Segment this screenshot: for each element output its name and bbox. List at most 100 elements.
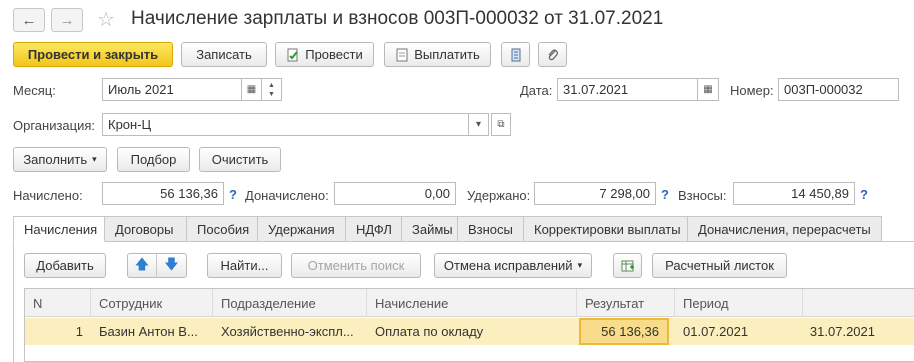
column-header-accrual[interactable]: Начисление	[367, 289, 577, 317]
contributions-field: 14 450,89	[733, 182, 855, 205]
attach-button[interactable]	[538, 42, 567, 67]
list-report-icon	[511, 48, 520, 61]
organization-field[interactable]: Крон-Ц	[102, 113, 469, 136]
tab-contracts[interactable]: Договоры	[105, 216, 187, 242]
month-value: Июль 2021	[108, 82, 174, 97]
table-header: N Сотрудник Подразделение Начисление Рез…	[25, 289, 914, 317]
tab-bar: Начисления Договоры Пособия Удержания НД…	[13, 216, 882, 242]
post-document-icon	[287, 48, 299, 61]
cancel-corrections-label: Отмена исправлений	[443, 258, 573, 273]
number-label: Номер:	[730, 83, 774, 98]
column-header-employee[interactable]: Сотрудник	[91, 289, 213, 317]
table-settings-button[interactable]	[613, 253, 642, 278]
organization-dropdown-button[interactable]: ▾	[469, 113, 489, 136]
date-field[interactable]: 31.07.2021	[557, 78, 698, 101]
pay-label: Выплатить	[414, 47, 480, 62]
chevron-down-icon: ▾	[92, 154, 97, 164]
additional-value: 0,00	[424, 186, 450, 201]
tab-deductions[interactable]: Удержания	[258, 216, 346, 242]
table-add-icon	[621, 260, 634, 271]
accrued-label: Начислено:	[13, 188, 83, 203]
post-and-close-button[interactable]: Провести и закрыть	[13, 42, 173, 67]
stepper-up-icon: ▲	[268, 81, 275, 89]
contributions-value: 14 450,89	[791, 186, 849, 201]
tab-payment-corrections[interactable]: Корректировки выплаты	[524, 216, 688, 242]
find-label: Найти...	[220, 258, 269, 273]
payslip-label: Расчетный листок	[665, 258, 774, 273]
favorite-star-icon[interactable]: ☆	[97, 7, 115, 32]
tab-additional-accruals[interactable]: Доначисления, перерасчеты	[688, 216, 882, 242]
column-header-n[interactable]: N	[25, 289, 91, 317]
cell-result[interactable]: 56 136,36	[579, 318, 669, 345]
fill-button[interactable]: Заполнить ▾	[13, 147, 107, 172]
accrued-value: 56 136,36	[160, 186, 218, 201]
accrued-field: 56 136,36	[102, 182, 224, 205]
move-down-icon[interactable]: 🡇	[157, 254, 186, 278]
back-button[interactable]: ←	[13, 8, 45, 32]
cell-period-end[interactable]: 31.07.2021	[803, 318, 883, 345]
chevron-down-icon: ▾	[577, 260, 583, 270]
contributions-label: Взносы:	[678, 188, 727, 203]
cell-accrual[interactable]: Оплата по окладу	[367, 318, 577, 345]
organization-open-button[interactable]: ⧉	[491, 113, 511, 136]
accrued-help-icon[interactable]: ?	[229, 187, 237, 202]
tab-loans[interactable]: Займы	[402, 216, 458, 242]
fill-label: Заполнить	[23, 152, 88, 167]
tab-ndfl[interactable]: НДФЛ	[346, 216, 402, 242]
find-button[interactable]: Найти...	[207, 253, 282, 278]
organization-value: Крон-Ц	[108, 117, 152, 132]
add-row-button[interactable]: Добавить	[24, 253, 106, 278]
select-label: Подбор	[130, 152, 177, 167]
forward-button[interactable]: →	[51, 8, 83, 32]
number-field[interactable]: 003П-000032	[778, 78, 899, 101]
withheld-value: 7 298,00	[599, 186, 650, 201]
move-up-icon[interactable]: 🡅	[128, 253, 157, 278]
paperclip-icon	[548, 49, 558, 60]
tab-accruals[interactable]: Начисления	[13, 216, 105, 242]
post-button[interactable]: Провести	[275, 42, 374, 67]
move-buttons: 🡅 🡇	[127, 253, 187, 278]
number-value: 003П-000032	[784, 82, 863, 97]
cancel-search-button[interactable]: Отменить поиск	[291, 253, 421, 278]
save-button[interactable]: Записать	[181, 42, 267, 67]
month-stepper[interactable]: ▲ ▼	[262, 78, 282, 101]
cell-department[interactable]: Хозяйственно-экспл...	[213, 318, 367, 345]
stepper-down-icon: ▼	[268, 90, 275, 98]
add-label: Добавить	[36, 258, 94, 273]
column-header-period[interactable]: Период	[675, 289, 803, 317]
pay-document-icon	[396, 48, 408, 61]
contributions-help-icon[interactable]: ?	[860, 187, 868, 202]
select-button[interactable]: Подбор	[117, 147, 190, 172]
tab-contributions[interactable]: Взносы	[458, 216, 524, 242]
arrow-left-icon: ←	[21, 11, 37, 29]
table-row[interactable]: 1 Базин Антон В... Хозяйственно-экспл...…	[25, 318, 914, 345]
cancel-search-label: Отменить поиск	[307, 258, 405, 273]
cell-employee[interactable]: Базин Антон В...	[91, 318, 213, 345]
additional-label: Доначислено:	[245, 188, 329, 203]
withheld-field: 7 298,00	[534, 182, 656, 205]
report-button[interactable]	[501, 42, 530, 67]
additional-field: 0,00	[334, 182, 456, 205]
accruals-table: N Сотрудник Подразделение Начисление Рез…	[24, 288, 914, 362]
date-value: 31.07.2021	[563, 82, 629, 97]
payslip-button[interactable]: Расчетный листок	[652, 253, 787, 278]
column-header-department[interactable]: Подразделение	[213, 289, 367, 317]
date-calendar-button[interactable]: ▦	[698, 78, 719, 101]
cancel-corrections-button[interactable]: Отмена исправлений ▾	[434, 253, 592, 278]
calendar-icon: ▦	[703, 84, 713, 95]
column-header-period-end[interactable]	[803, 289, 914, 317]
column-header-result[interactable]: Результат	[577, 289, 675, 317]
organization-label: Организация:	[13, 118, 96, 133]
page-title: Начисление зарплаты и взносов 003П-00003…	[131, 8, 664, 29]
withheld-label: Удержано:	[467, 188, 531, 203]
month-calendar-button[interactable]: ▦	[242, 78, 262, 101]
tab-benefits[interactable]: Пособия	[187, 216, 258, 242]
withheld-help-icon[interactable]: ?	[661, 187, 669, 202]
open-form-icon: ⧉	[497, 119, 505, 130]
month-field[interactable]: Июль 2021	[102, 78, 242, 101]
cell-n: 1	[75, 324, 83, 339]
clear-label: Очистить	[211, 152, 269, 167]
cell-period-start[interactable]: 01.07.2021	[675, 318, 803, 345]
pay-button[interactable]: Выплатить	[384, 42, 491, 67]
clear-button[interactable]: Очистить	[199, 147, 281, 172]
